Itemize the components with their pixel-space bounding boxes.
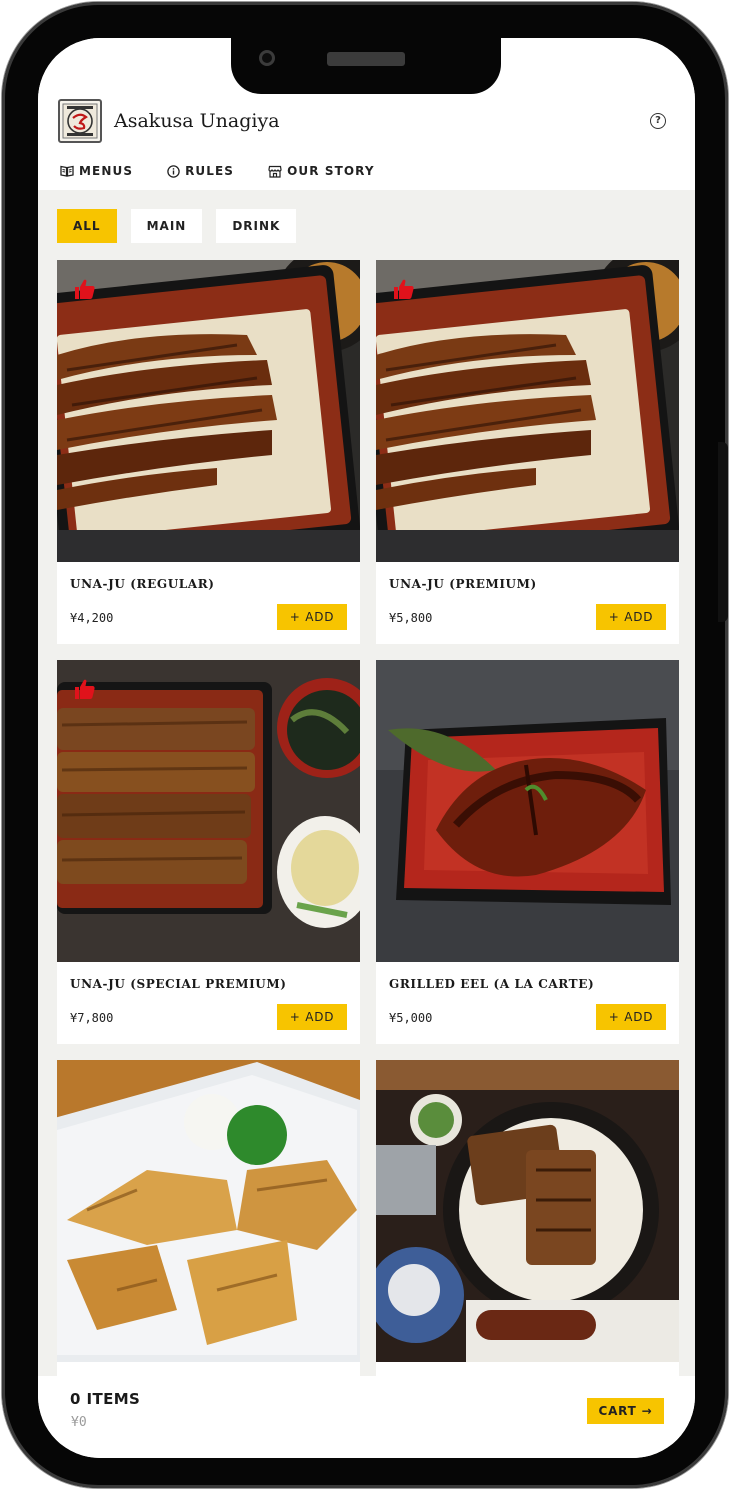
menu-card[interactable]: UNA-JU (PREMIUM) ¥5,800 + ADD	[376, 260, 679, 644]
phone-screen: Asakusa Unagiya ? MENUS RULES OUR STORY …	[38, 38, 695, 1458]
dish-photo	[57, 660, 360, 962]
special-unaju-photo	[57, 660, 360, 962]
nav-our-story[interactable]: OUR STORY	[268, 164, 375, 178]
dish-name: UNA-JU (SPECIAL PREMIUM)	[70, 977, 287, 991]
cart-bar: 0 ITEMS ¥0 CART →	[38, 1376, 695, 1458]
menu-card[interactable]: UNA-JU (SPECIAL PREMIUM) ¥7,800 + ADD	[57, 660, 360, 1044]
eel-logo-icon	[62, 103, 98, 139]
add-to-cart-button[interactable]: + ADD	[596, 1004, 666, 1030]
storefront-icon	[268, 165, 282, 178]
dish-photo	[376, 260, 679, 562]
dish-price: ¥5,000	[389, 1011, 433, 1025]
restaurant-name: Asakusa Unagiya	[114, 110, 280, 132]
speaker-grille	[327, 52, 405, 66]
phone-frame: Asakusa Unagiya ? MENUS RULES OUR STORY …	[2, 2, 728, 1488]
filter-main[interactable]: MAIN	[130, 209, 203, 243]
cart-button[interactable]: CART →	[587, 1398, 664, 1424]
add-to-cart-button[interactable]: + ADD	[596, 604, 666, 630]
add-to-cart-button[interactable]: + ADD	[277, 604, 347, 630]
nav-menus[interactable]: MENUS	[60, 164, 133, 178]
nav-our-story-label: OUR STORY	[287, 164, 375, 178]
dish-price: ¥7,800	[70, 1011, 114, 1025]
menu-grid: UNA-JU (REGULAR) ¥4,200 + ADD UNA-JU (PR…	[57, 260, 679, 1444]
nav-rules[interactable]: RULES	[167, 164, 234, 178]
question-circle-icon[interactable]: ?	[650, 113, 666, 129]
grilled-eel-photo	[376, 660, 679, 962]
dish-photo	[57, 260, 360, 562]
phone-side-button	[718, 442, 728, 622]
dish-photo	[376, 660, 679, 962]
dish-name: UNA-JU (PREMIUM)	[389, 577, 537, 591]
cart-item-count: 0 ITEMS	[70, 1390, 141, 1408]
camera-icon	[259, 50, 275, 66]
main-nav: MENUS RULES OUR STORY	[60, 164, 375, 178]
shirayaki-photo	[57, 1060, 360, 1362]
phone-notch	[231, 38, 501, 94]
restaurant-logo[interactable]	[58, 99, 102, 143]
unadon-photo	[376, 1060, 679, 1362]
info-circle-icon	[167, 164, 180, 178]
dish-price: ¥5,800	[389, 611, 433, 625]
unaju-photo	[57, 260, 360, 562]
dish-name: GRILLED EEL (A LA CARTE)	[389, 977, 595, 991]
unaju-photo	[376, 260, 679, 562]
book-icon	[60, 165, 74, 177]
menu-card[interactable]: UNA-JU (REGULAR) ¥4,200 + ADD	[57, 260, 360, 644]
nav-menus-label: MENUS	[79, 164, 134, 178]
dish-photo	[376, 1060, 679, 1362]
menu-card[interactable]: GRILLED EEL (A LA CARTE) ¥5,000 + ADD	[376, 660, 679, 1044]
filter-drink[interactable]: DRINK	[216, 209, 297, 243]
thumbs-up-icon	[75, 679, 95, 699]
dish-name: UNA-JU (REGULAR)	[70, 577, 215, 591]
cart-total: ¥0	[71, 1415, 87, 1430]
category-filters: ALL MAIN DRINK	[57, 209, 297, 243]
dish-price: ¥4,200	[70, 611, 114, 625]
nav-rules-label: RULES	[185, 164, 235, 178]
thumbs-up-icon	[394, 279, 414, 299]
filter-all[interactable]: ALL	[57, 209, 117, 243]
thumbs-up-icon	[75, 279, 95, 299]
dish-photo	[57, 1060, 360, 1362]
add-to-cart-button[interactable]: + ADD	[277, 1004, 347, 1030]
